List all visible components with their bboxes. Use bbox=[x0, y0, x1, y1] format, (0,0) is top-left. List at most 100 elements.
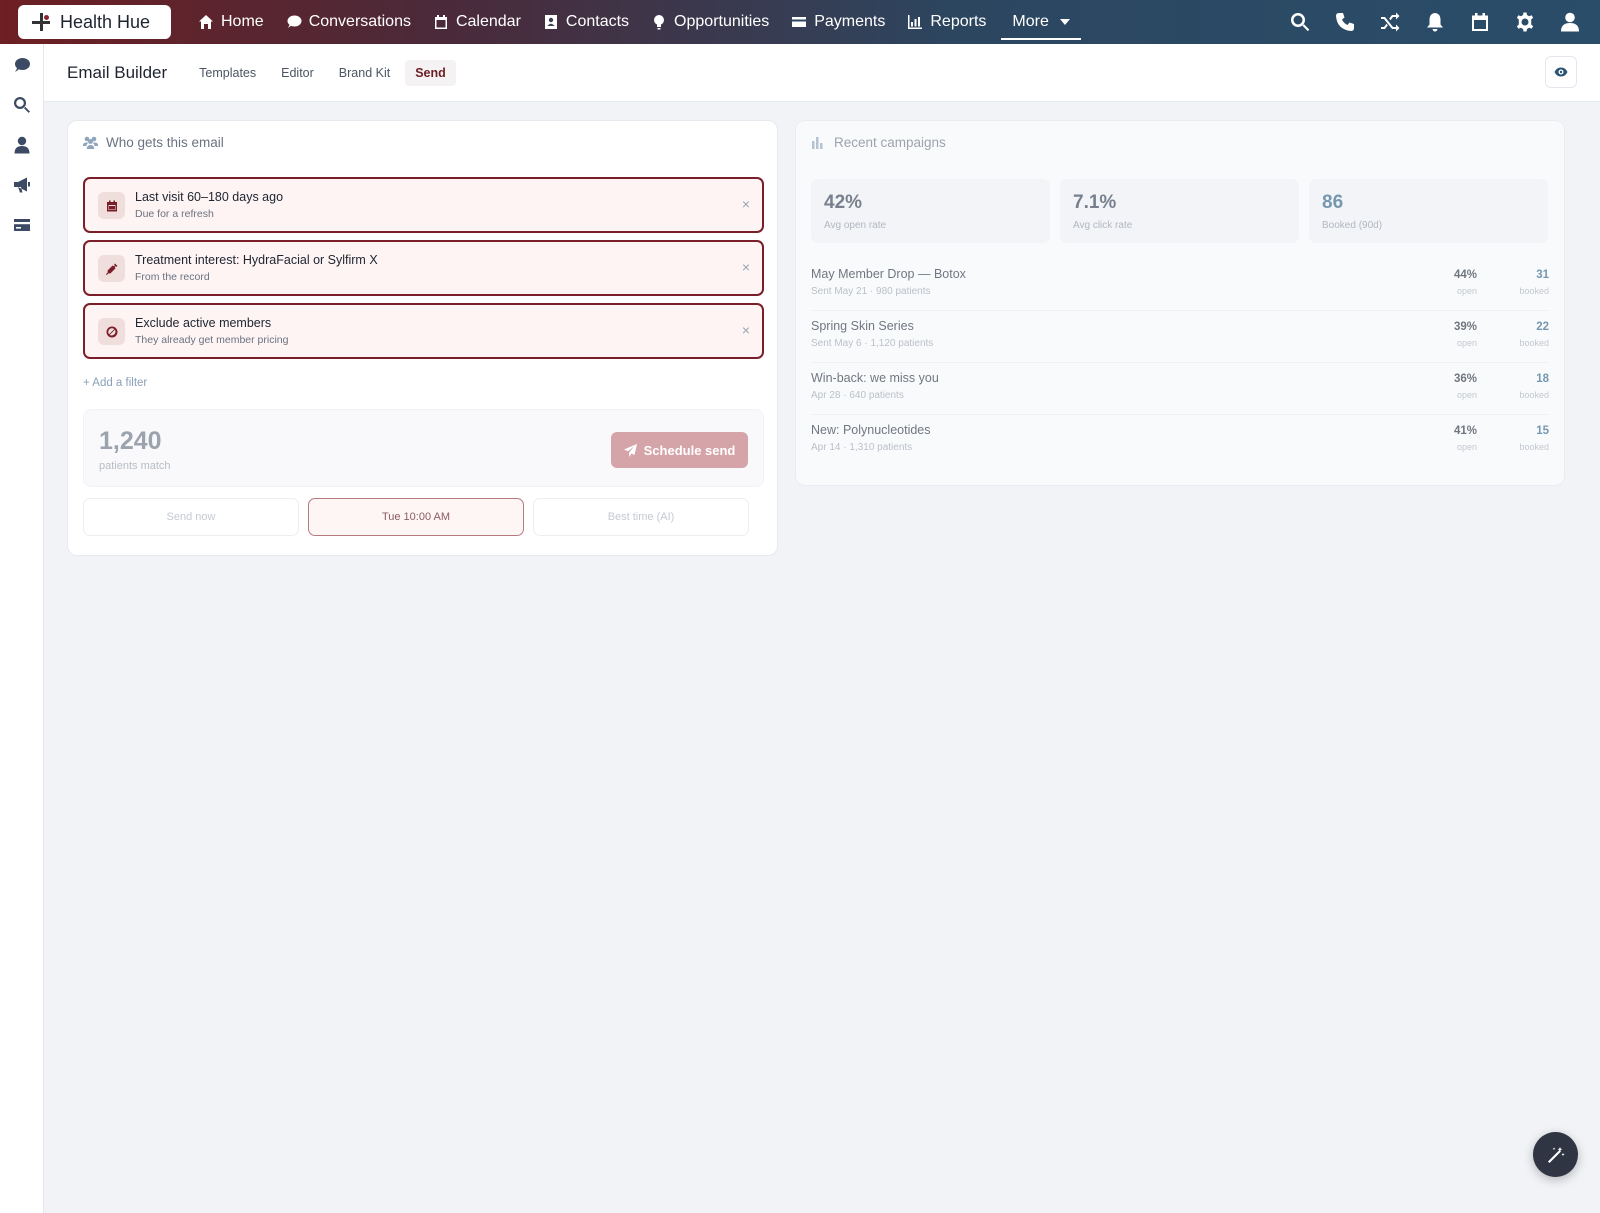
campaign-open-rate: 41% bbox=[1453, 425, 1477, 437]
ai-assist-button[interactable] bbox=[1533, 1132, 1578, 1177]
calendar-icon bbox=[434, 15, 447, 29]
stat-value: 42% bbox=[824, 192, 863, 213]
remove-filter-button[interactable]: × bbox=[742, 322, 750, 338]
nav-phone-button[interactable] bbox=[1335, 12, 1355, 32]
nav-profile-button[interactable] bbox=[1560, 12, 1580, 32]
bar-chart-icon bbox=[812, 137, 823, 149]
users-icon bbox=[83, 136, 98, 149]
nav-item-label: Opportunities bbox=[674, 13, 770, 30]
search-icon bbox=[14, 97, 30, 113]
campaign-row[interactable]: Spring Skin Series Sent May 6 · 1,120 pa… bbox=[811, 311, 1549, 363]
campaign-name: May Member Drop — Botox bbox=[811, 267, 966, 281]
nav-item-label: Home bbox=[221, 13, 264, 30]
campaigns-card-title: Recent campaigns bbox=[834, 135, 946, 150]
chat-icon bbox=[287, 15, 302, 28]
scheduled-time-option[interactable]: Tue 10:00 AM bbox=[308, 498, 524, 536]
campaign-row[interactable]: New: Polynucleotides Apr 14 · 1,310 pati… bbox=[811, 415, 1549, 467]
campaign-meta: Apr 28 · 640 patients bbox=[811, 390, 904, 401]
add-filter-link[interactable]: + Add a filter bbox=[83, 377, 147, 389]
rail-marketing-button[interactable] bbox=[13, 176, 31, 194]
nav-notifications-button[interactable] bbox=[1425, 12, 1445, 32]
nav-item-contacts[interactable]: Contacts bbox=[532, 0, 640, 44]
nav-settings-button[interactable] bbox=[1515, 12, 1535, 32]
calendar-icon bbox=[1472, 13, 1488, 31]
nav-more-menu[interactable]: More bbox=[1001, 0, 1082, 44]
campaign-row[interactable]: Win-back: we miss you Apr 28 · 640 patie… bbox=[811, 363, 1549, 415]
rail-payments-button[interactable] bbox=[13, 216, 31, 234]
nav-more-label: More bbox=[1012, 13, 1049, 30]
stat-open-rate: 42% Avg open rate bbox=[811, 179, 1050, 243]
stat-label: Avg click rate bbox=[1073, 220, 1133, 231]
campaign-open-label: open bbox=[1456, 390, 1477, 400]
audience-filter[interactable]: Treatment interest: HydraFacial or Sylfi… bbox=[83, 240, 764, 296]
nav-item-payments[interactable]: Payments bbox=[780, 0, 896, 44]
bell-icon bbox=[1427, 13, 1443, 32]
shuffle-icon bbox=[1381, 12, 1400, 32]
nav-item-label: Contacts bbox=[565, 13, 630, 30]
nav-automation-button[interactable] bbox=[1380, 12, 1400, 32]
stat-click-rate: 7.1% Avg click rate bbox=[1060, 179, 1299, 243]
campaign-row[interactable]: May Member Drop — Botox Sent May 21 · 98… bbox=[811, 259, 1549, 311]
campaign-booked-label: booked bbox=[1519, 442, 1549, 452]
filter-subtitle: Due for a refresh bbox=[135, 208, 214, 220]
audience-card: Who gets this email Last visit 60–180 da… bbox=[67, 120, 778, 556]
audience-filter[interactable]: Exclude active members They already get … bbox=[83, 303, 764, 359]
campaign-name: Spring Skin Series bbox=[811, 319, 914, 333]
campaign-booked-label: booked bbox=[1519, 390, 1549, 400]
preview-button[interactable] bbox=[1545, 56, 1577, 88]
nav-item-conversations[interactable]: Conversations bbox=[275, 0, 422, 44]
campaign-meta: Apr 14 · 1,310 patients bbox=[811, 442, 913, 453]
nav-search-button[interactable] bbox=[1290, 12, 1310, 32]
nav-item-home[interactable]: Home bbox=[187, 0, 275, 44]
campaign-open-rate: 36% bbox=[1453, 373, 1477, 385]
paper-plane-icon bbox=[623, 443, 637, 457]
calendar-icon bbox=[106, 200, 117, 211]
nav-item-label: Calendar bbox=[455, 13, 521, 30]
top-nav: Health Hue Home Conversations Calendar C… bbox=[0, 0, 1600, 44]
filter-subtitle: They already get member pricing bbox=[135, 334, 289, 346]
campaign-name: New: Polynucleotides bbox=[811, 423, 931, 437]
stat-booked: 86 Booked (90d) bbox=[1309, 179, 1548, 243]
filter-icon-box bbox=[98, 318, 125, 345]
match-count: 1,240 bbox=[99, 427, 162, 455]
card-icon bbox=[14, 219, 30, 231]
nav-calendar-button[interactable] bbox=[1470, 12, 1490, 32]
remove-filter-button[interactable]: × bbox=[742, 196, 750, 212]
stat-label: Booked (90d) bbox=[1322, 220, 1383, 231]
ban-icon bbox=[106, 326, 117, 337]
builder-header: Email Builder Templates Editor Brand Kit… bbox=[44, 44, 1600, 102]
tab-editor[interactable]: Editor bbox=[271, 60, 324, 86]
remove-filter-button[interactable]: × bbox=[742, 259, 750, 275]
nav-item-reports[interactable]: Reports bbox=[896, 0, 997, 44]
stat-value: 7.1% bbox=[1073, 192, 1117, 213]
audience-card-title: Who gets this email bbox=[106, 135, 224, 150]
chat-icon bbox=[15, 58, 30, 72]
best-time-option[interactable]: Best time (AI) bbox=[533, 498, 749, 536]
campaign-booked-label: booked bbox=[1519, 338, 1549, 348]
nav-item-opportunities[interactable]: Opportunities bbox=[640, 0, 780, 44]
logo[interactable]: Health Hue bbox=[18, 5, 171, 39]
campaign-meta: Sent May 6 · 1,120 patients bbox=[811, 338, 934, 349]
campaigns-card-header: Recent campaigns bbox=[811, 135, 946, 150]
magic-wand-icon bbox=[1547, 1146, 1564, 1163]
send-now-option[interactable]: Send now bbox=[83, 498, 299, 536]
campaign-open-label: open bbox=[1456, 338, 1477, 348]
filter-title: Last visit 60–180 days ago bbox=[135, 190, 284, 204]
rail-conversations-button[interactable] bbox=[13, 56, 31, 74]
lightbulb-icon bbox=[654, 15, 665, 30]
syringe-icon bbox=[105, 263, 117, 275]
nav-item-label: Reports bbox=[930, 13, 987, 30]
schedule-send-button[interactable]: Schedule send bbox=[611, 432, 748, 468]
rail-contacts-button[interactable] bbox=[13, 136, 31, 154]
stat-label: Avg open rate bbox=[824, 220, 887, 231]
stat-value: 86 bbox=[1322, 192, 1344, 213]
campaign-booked: 15 bbox=[1536, 425, 1549, 437]
tab-brand-kit[interactable]: Brand Kit bbox=[329, 60, 400, 86]
audience-filter[interactable]: Last visit 60–180 days ago Due for a ref… bbox=[83, 177, 764, 233]
logo-text: Health Hue bbox=[60, 11, 151, 32]
nav-item-calendar[interactable]: Calendar bbox=[422, 0, 532, 44]
rail-search-button[interactable] bbox=[13, 96, 31, 114]
tab-templates[interactable]: Templates bbox=[189, 60, 266, 86]
tab-send[interactable]: Send bbox=[405, 59, 456, 86]
user-icon bbox=[1561, 12, 1579, 32]
